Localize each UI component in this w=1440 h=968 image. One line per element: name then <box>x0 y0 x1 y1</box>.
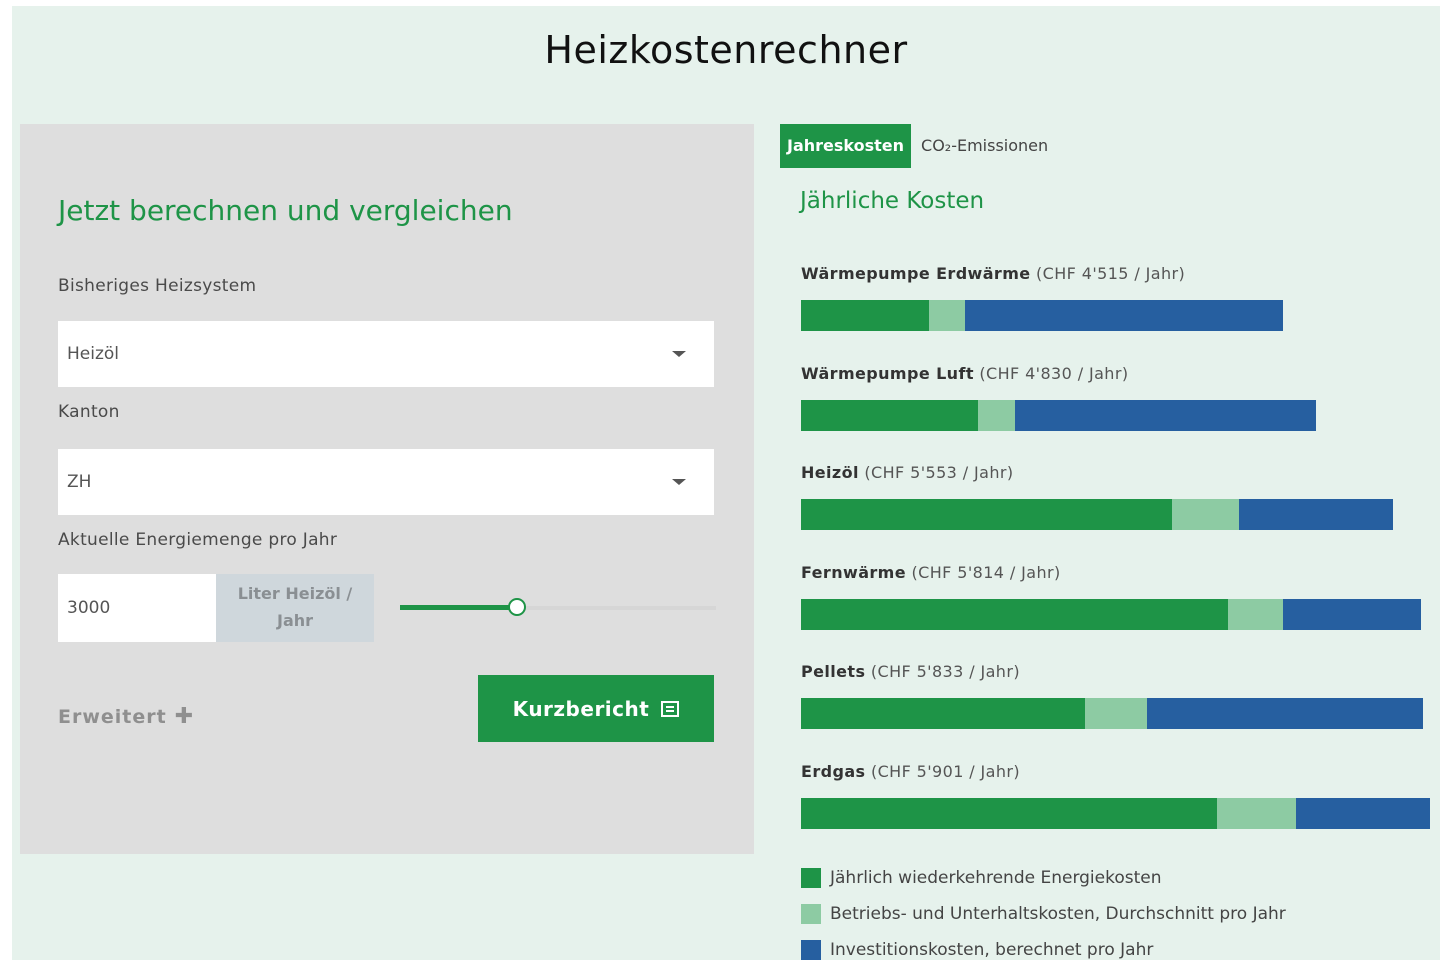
caret-down-icon <box>672 351 686 357</box>
bar-segment-maintenance <box>1217 797 1296 829</box>
bar-label: Pellets (CHF 5'833 / Jahr) <box>801 662 1440 681</box>
report-button-label: Kurzbericht <box>512 696 650 721</box>
bar-total-label: (CHF 5'553 / Jahr) <box>858 463 1014 482</box>
bar-label: Fernwärme (CHF 5'814 / Jahr) <box>801 563 1440 582</box>
caret-down-icon <box>672 479 686 485</box>
bar-total-label: (CHF 4'515 / Jahr) <box>1030 264 1186 283</box>
bar-stack <box>801 399 1317 431</box>
bar-total-label: (CHF 4'830 / Jahr) <box>973 363 1129 383</box>
legend-swatch <box>801 940 821 960</box>
advanced-toggle[interactable]: Erweitert ✚ <box>58 704 194 729</box>
panel-heading: Jetzt berechnen und vergleichen <box>58 194 513 227</box>
bar-row: Pellets (CHF 5'833 / Jahr) <box>801 662 1440 742</box>
canton-label: Kanton <box>58 402 120 422</box>
page: Heizkostenrechner Jetzt berechnen und ve… <box>12 6 1440 960</box>
bar-segment-maintenance <box>1227 598 1284 630</box>
bar-segment-investment <box>1283 598 1422 630</box>
tab-jahreskosten[interactable]: Jahreskosten <box>780 124 912 168</box>
energy-amount-value: 3000 <box>67 598 111 618</box>
chart-heading: Jährliche Kosten <box>800 188 985 214</box>
bar-category-name: Heizöl <box>801 463 859 482</box>
bar-segment-maintenance <box>929 300 966 331</box>
calculator-panel: Jetzt berechnen und vergleichen Bisherig… <box>20 124 754 854</box>
energy-slider[interactable] <box>400 598 716 616</box>
bar-segment-investment <box>965 300 1283 331</box>
bar-stack <box>801 797 1431 829</box>
bar-segment-maintenance <box>1172 499 1240 530</box>
bar-segment-investment <box>1239 499 1394 530</box>
bar-row: Erdgas (CHF 5'901 / Jahr) <box>801 762 1440 842</box>
bar-stack <box>801 300 1283 331</box>
bar-category-name: Pellets <box>801 662 866 681</box>
advanced-label: Erweitert <box>58 706 167 728</box>
chart-legend: Jährlich wiederkehrende Energiekosten Bet… <box>801 860 1286 968</box>
bar-segment-energy <box>801 499 1173 530</box>
report-button[interactable]: Kurzbericht <box>478 675 714 742</box>
bar-segment-investment <box>1146 698 1424 729</box>
bar-segment-energy <box>801 698 1085 729</box>
bar-stack <box>801 598 1422 630</box>
legend-item: Betriebs- und Unterhaltskosten, Durchsch… <box>801 896 1286 932</box>
slider-fill <box>400 605 517 610</box>
plus-icon: ✚ <box>174 704 195 729</box>
heating-system-select[interactable]: Heizöl <box>58 321 714 387</box>
bar-total-label: (CHF 5'901 / Jahr) <box>865 761 1021 781</box>
heating-system-value: Heizöl <box>67 344 120 364</box>
bar-row: Wärmepumpe Erdwärme (CHF 4'515 / Jahr) <box>801 264 1440 344</box>
bar-row: Wärmepumpe Luft (CHF 4'830 / Jahr) <box>801 364 1440 444</box>
legend-label: Investitionskosten, berechnet pro Jahr <box>830 940 1154 960</box>
bar-total-label: (CHF 5'833 / Jahr) <box>865 662 1020 681</box>
energy-unit: Liter Heizöl / Jahr <box>216 574 374 642</box>
bar-row: Heizöl (CHF 5'553 / Jahr) <box>801 463 1440 543</box>
canton-select[interactable]: ZH <box>58 449 714 515</box>
energy-unit-line1: Liter Heizöl / <box>237 584 353 603</box>
bar-segment-maintenance <box>978 399 1016 431</box>
bar-label: Erdgas (CHF 5'901 / Jahr) <box>801 762 1440 781</box>
bar-category-name: Wärmepumpe Erdwärme <box>801 264 1031 283</box>
bar-label: Wärmepumpe Luft (CHF 4'830 / Jahr) <box>801 364 1440 383</box>
bar-stack <box>801 499 1394 530</box>
heating-system-label: Bisheriges Heizsystem <box>58 276 257 296</box>
energy-amount-label: Aktuelle Energiemenge pro Jahr <box>58 530 338 550</box>
legend-item: Investitionskosten, berechnet pro Jahr <box>801 932 1286 968</box>
slider-handle[interactable] <box>507 598 526 616</box>
energy-amount-input[interactable]: 3000 <box>58 574 216 642</box>
tab-co2-emissionen[interactable]: CO₂-Emissionen <box>911 124 1055 168</box>
bar-segment-investment <box>1015 399 1317 431</box>
legend-item: Jährlich wiederkehrende Energiekosten <box>801 860 1286 896</box>
bar-segment-energy <box>801 300 929 331</box>
canton-value: ZH <box>67 472 92 492</box>
bar-segment-maintenance <box>1084 698 1147 729</box>
page-title: Heizkostenrechner <box>544 28 908 72</box>
bar-category-name: Fernwärme <box>801 562 907 582</box>
bar-segment-energy <box>801 598 1228 630</box>
legend-swatch <box>801 868 821 888</box>
report-icon <box>661 700 680 717</box>
bar-segment-energy <box>801 797 1217 829</box>
legend-swatch <box>801 904 821 924</box>
chart-tabs: Jahreskosten CO₂-Emissionen <box>780 124 1055 168</box>
bar-category-name: Wärmepumpe Luft <box>801 363 974 383</box>
bar-category-name: Erdgas <box>801 761 866 781</box>
bar-label: Heizöl (CHF 5'553 / Jahr) <box>801 463 1440 482</box>
bar-row: Fernwärme (CHF 5'814 / Jahr) <box>801 563 1440 643</box>
bar-stack <box>801 698 1424 729</box>
energy-unit-line2: Jahr <box>276 611 314 630</box>
legend-label: Betriebs- und Unterhaltskosten, Durchsch… <box>830 904 1286 924</box>
bar-segment-investment <box>1295 797 1431 829</box>
bar-label: Wärmepumpe Erdwärme (CHF 4'515 / Jahr) <box>801 264 1440 283</box>
bar-total-label: (CHF 5'814 / Jahr) <box>906 562 1061 582</box>
legend-label: Jährlich wiederkehrende Energiekosten <box>830 868 1162 888</box>
bar-segment-energy <box>801 399 979 431</box>
